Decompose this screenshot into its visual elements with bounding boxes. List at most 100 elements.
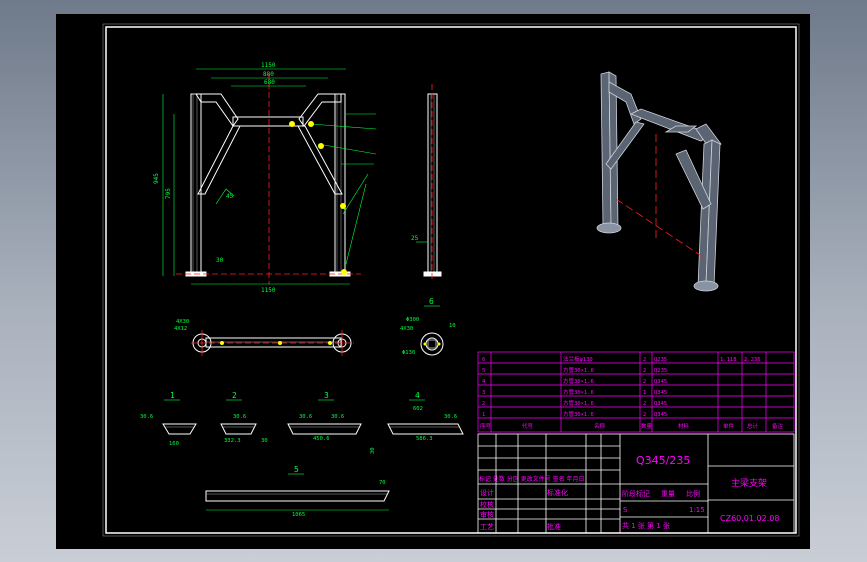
top-view-label-2: 4X12 — [174, 326, 187, 332]
title-block-sheets: 共 1 张 第 1 张 — [622, 521, 670, 530]
title-block-stage: S — [623, 506, 628, 514]
bom-row-5-qty: 2 — [643, 368, 646, 374]
title-block-process: 工艺 — [480, 523, 494, 531]
part-5-shape — [205, 490, 390, 502]
bom-row-2-qty: 2 — [643, 401, 646, 407]
bom-row-6-no: 6 — [482, 357, 485, 363]
side-view — [423, 93, 442, 277]
title-block-rev-header: 标记 处数 分区 更改文件号 签名 年月日 — [479, 475, 585, 483]
dim-front-height2: 795 — [165, 188, 172, 199]
part-2-dim-c: 30 — [261, 438, 268, 444]
part-5-dim-a: 1065 — [292, 512, 305, 518]
bom-row-3-qty: 1 — [643, 390, 646, 396]
part-2-dim-b: 332.3 — [224, 438, 241, 444]
part-4-dim-a: 602 — [413, 406, 423, 412]
bom-row-3-no: 3 — [482, 390, 485, 396]
dim-front-top: 1150 — [261, 62, 276, 69]
bom-row-5-name: 方管30×1.6 — [563, 366, 594, 374]
title-block-approve: 批准 — [547, 522, 561, 531]
bom-row-1-mat: Q345 — [654, 412, 667, 418]
bom-table — [477, 351, 795, 433]
title-block-design: 设计 — [480, 488, 494, 497]
bom-row-5-no: 5 — [482, 368, 485, 374]
dim-side: 25 — [411, 235, 419, 242]
bom-row-6-name: 法兰板φ130 — [563, 355, 593, 363]
part-3-shape — [287, 423, 362, 435]
title-block-material: Q345/235 — [636, 454, 690, 467]
isometric-centerline — [615, 198, 707, 260]
title-block-standard: 标准化 — [547, 488, 568, 497]
section-label-5: 5 — [294, 465, 299, 474]
front-view-centerlines — [176, 74, 361, 284]
bom-row-2-no: 2 — [482, 401, 485, 407]
bom-row-1-qty: 2 — [643, 412, 646, 418]
section-label-3: 3 — [324, 391, 329, 400]
drawing-border-frame — [105, 26, 797, 534]
bom-header-note: 备注 — [772, 422, 784, 430]
bom-row-6-w2: 2.236 — [744, 357, 761, 363]
bom-row-1-name: 方管30×1.6 — [563, 410, 594, 418]
part-1-shape — [162, 423, 197, 435]
bom-header-no: 序号 — [480, 422, 492, 430]
section-label-2: 2 — [232, 391, 237, 400]
section-label-1: 1 — [170, 391, 175, 400]
section-label-4: 4 — [415, 391, 420, 400]
bom-row-2-mat: Q345 — [654, 401, 667, 407]
title-block-check: 校核 — [480, 500, 494, 509]
dim-front-mid: 880 — [263, 71, 274, 78]
title-block-drawing-no: CZ60.01.02.08 — [720, 514, 779, 523]
sec6-dim-d: Φ130 — [402, 350, 415, 356]
bom-header-code: 代号 — [522, 422, 534, 430]
dim-front-height: 945 — [153, 173, 160, 184]
sec6-dim-a: Φ300 — [406, 317, 419, 323]
section-6-holes — [423, 342, 441, 346]
sec6-dim-b: 4X30 — [400, 326, 413, 332]
part-3-dim-b: 30.6 — [331, 414, 344, 420]
title-block-review: 审核 — [480, 510, 494, 519]
bom-header-w2: 总计 — [747, 422, 759, 430]
cad-viewport[interactable]: 1150 880 680 945 795 1150 45 30 25 4X30 … — [56, 14, 810, 549]
bom-row-4-mat: Q345 — [654, 379, 667, 385]
section-label-underlines — [164, 399, 425, 475]
title-block-ratio-label: 比例 — [686, 489, 700, 498]
bom-row-6-w1: 1.118 — [720, 357, 737, 363]
part-3-dim-c: 450.6 — [313, 436, 330, 442]
front-view-dimensions — [162, 68, 377, 285]
dim-front-foot: 30 — [216, 257, 224, 264]
title-block-title: 主梁支架 — [731, 477, 767, 489]
part-4-shape — [387, 423, 464, 435]
section-label-6: 6 — [429, 297, 434, 306]
drawing-outer-frame — [102, 23, 800, 537]
dim-front-angle: 45 — [226, 193, 234, 200]
bom-row-1-no: 1 — [482, 412, 485, 418]
bom-row-3-name: 方管30×1.6 — [563, 388, 594, 396]
dim-front-inner: 680 — [264, 79, 275, 86]
bom-row-5-mat: Q235 — [654, 368, 667, 374]
bom-row-6-mat: Q235 — [654, 357, 667, 363]
bom-row-6-qty: 2 — [643, 357, 646, 363]
top-view-label-1: 4X30 — [176, 319, 189, 325]
bom-row-4-name: 方管30×1.6 — [563, 377, 594, 385]
bom-rows: 6 法兰板φ130 2 Q235 1.118 2.236 5 方管30×1.6 … — [480, 355, 784, 430]
bom-header-name: 名称 — [594, 422, 606, 430]
bom-row-4-no: 4 — [482, 379, 486, 385]
title-block-scale: 1:15 — [689, 506, 705, 514]
part-5-dim-b: 70 — [379, 480, 386, 486]
part-4-dim-c: 586.3 — [416, 436, 433, 442]
dim-front-base: 1150 — [261, 287, 276, 294]
bom-header-w1: 单件 — [723, 422, 735, 430]
title-block-stage-label: 阶段标记 — [622, 489, 650, 498]
sec6-dim-c: 10 — [449, 323, 456, 329]
isometric-view — [596, 71, 722, 292]
part-3-dim-a: 30.6 — [299, 414, 312, 420]
title-block-weight-label: 重量 — [661, 490, 675, 498]
part-2-shape — [220, 423, 257, 435]
part-1-dim-b: 160 — [169, 441, 179, 447]
part-4-side-dim: 30 — [370, 447, 376, 454]
part-1-dim-a: 30.6 — [140, 414, 153, 420]
bom-header-mat: 材料 — [678, 422, 690, 430]
bom-row-3-mat: Q345 — [654, 390, 667, 396]
bom-header-qty: 数量 — [641, 422, 653, 430]
bom-row-2-name: 方管30×1.6 — [563, 399, 594, 407]
cad-drawing-canvas: 1150 880 680 945 795 1150 45 30 25 4X30 … — [102, 23, 800, 537]
